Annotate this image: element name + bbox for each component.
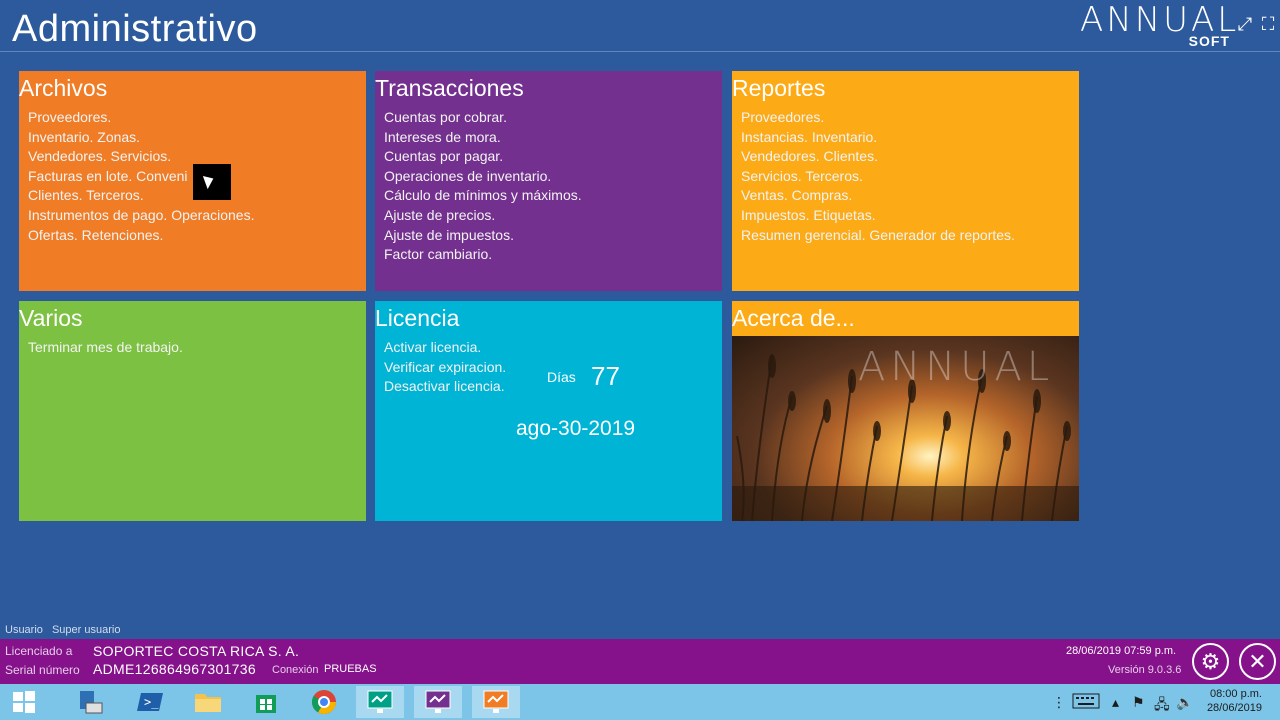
reportes-menu: Proveedores. Instancias. Inventario. Ven… (741, 108, 1015, 245)
menu-item-rep-proveedores[interactable]: Proveedores. (741, 108, 1015, 128)
tile-title-varios: Varios (19, 305, 83, 331)
mouse-cursor-icon (193, 164, 231, 200)
dias-remaining-value: 77 (591, 361, 620, 391)
system-clock[interactable]: 08:00 p.m. 28/06/2019 (1207, 687, 1262, 715)
menu-item-operaciones-inventario[interactable]: Operaciones de inventario. (384, 167, 582, 187)
tile-acerca[interactable]: Acerca de... ANNUAL (732, 301, 1079, 521)
about-photo: ANNUAL (732, 336, 1079, 521)
user-info: Usuario Super usuario (5, 624, 120, 636)
title-divider (0, 51, 1280, 52)
menu-item-intereses-mora[interactable]: Intereses de mora. (384, 128, 582, 148)
connection-label: Conexión (272, 664, 319, 676)
close-button[interactable]: ✕ (1239, 643, 1276, 680)
windows-taskbar: >_ ⋮ ▴ ⚑ 🖧 🔈 08:00 p.m. 28/06/2019 (0, 684, 1280, 720)
annual-app-teal-icon[interactable] (356, 686, 404, 718)
varios-menu: Terminar mes de trabajo. (28, 338, 183, 358)
photo-watermark: ANNUAL (858, 344, 1055, 390)
menu-item-instrumentos-pago[interactable]: Instrumentos de pago. Operaciones. (28, 206, 254, 226)
svg-text:>_: >_ (144, 695, 159, 709)
version-text: Versión 9.0.3.6 (1108, 664, 1182, 676)
expiration-date: ago-30-2019 (516, 417, 636, 440)
status-datetime: 28/06/2019 07:59 p.m. (1066, 645, 1177, 657)
menu-item-rep-resumen[interactable]: Resumen gerencial. Generador de reportes… (741, 226, 1015, 246)
tile-varios[interactable]: Varios Terminar mes de trabajo. (19, 301, 366, 521)
settings-button[interactable]: ⚙ (1192, 643, 1229, 680)
licensed-label: Licenciado a (5, 644, 73, 658)
file-explorer-server-icon[interactable] (66, 686, 114, 718)
user-label: Usuario (5, 624, 43, 636)
menu-item-rep-vendedores[interactable]: Vendedores. Clientes. (741, 147, 1015, 167)
menu-item-factor-cambiario[interactable]: Factor cambiario. (384, 245, 582, 265)
menu-item-activar-licencia[interactable]: Activar licencia. (384, 338, 506, 358)
clock-date: 28/06/2019 (1206, 702, 1262, 714)
licensed-value: SOPORTEC COSTA RICA S. A. (93, 643, 300, 659)
tile-title-archivos: Archivos (19, 75, 108, 101)
expand-icon[interactable]: ⤢ (1235, 14, 1255, 34)
flag-icon[interactable]: ⚑ (1132, 694, 1145, 711)
menu-item-cuentas-pagar[interactable]: Cuentas por pagar. (384, 147, 582, 167)
annual-app-orange-icon[interactable] (472, 686, 520, 718)
connection-value: PRUEBAS (324, 663, 377, 675)
tile-title-transacciones: Transacciones (375, 75, 524, 101)
transacciones-menu: Cuentas por cobrar. Intereses de mora. C… (384, 108, 582, 265)
chevron-up-icon[interactable]: ▴ (1112, 694, 1119, 711)
annual-soft-logo: ANNUAL SOFT (1080, 2, 1236, 50)
annual-app-purple-icon[interactable] (414, 686, 462, 718)
menu-item-desactivar-licencia[interactable]: Desactivar licencia. (384, 377, 506, 397)
menu-item-terminar-mes[interactable]: Terminar mes de trabajo. (28, 338, 183, 358)
menu-item-verificar-expiracion[interactable]: Verificar expiracion. (384, 358, 506, 378)
tile-title-acerca: Acerca de... (732, 305, 855, 331)
keyboard-icon[interactable] (1072, 692, 1100, 713)
fullscreen-icon[interactable]: ⛶ (1258, 14, 1278, 34)
menu-item-cuentas-cobrar[interactable]: Cuentas por cobrar. (384, 108, 582, 128)
close-icon: ✕ (1248, 648, 1267, 674)
logo-sub-text: SOFT (1188, 33, 1230, 49)
volume-icon[interactable]: 🔈 (1176, 694, 1193, 711)
menu-item-rep-instancias[interactable]: Instancias. Inventario. (741, 128, 1015, 148)
tile-title-reportes: Reportes (732, 75, 826, 101)
page-title: Administrativo (12, 8, 258, 50)
menu-item-calculo-minimos[interactable]: Cálculo de mínimos y máximos. (384, 186, 582, 206)
tile-reportes[interactable]: Reportes Proveedores. Instancias. Invent… (732, 71, 1079, 291)
menu-item-rep-impuestos[interactable]: Impuestos. Etiquetas. (741, 206, 1015, 226)
menu-item-proveedores[interactable]: Proveedores. (28, 108, 254, 128)
licencia-menu: Activar licencia. Verificar expiracion. … (384, 338, 506, 397)
menu-item-ajuste-precios[interactable]: Ajuste de precios. (384, 206, 582, 226)
tile-transacciones[interactable]: Transacciones Cuentas por cobrar. Intere… (375, 71, 722, 291)
menu-item-rep-ventas[interactable]: Ventas. Compras. (741, 186, 1015, 206)
folder-icon[interactable] (184, 686, 232, 718)
serial-label: Serial número (5, 663, 80, 677)
windows-start-icon[interactable] (0, 686, 48, 718)
chrome-icon[interactable] (300, 686, 348, 718)
touch-keyboard-grip-icon[interactable]: ⋮ (1052, 694, 1066, 711)
menu-item-rep-servicios[interactable]: Servicios. Terceros. (741, 167, 1015, 187)
user-value: Super usuario (51, 624, 121, 636)
tile-title-licencia: Licencia (375, 305, 460, 331)
serial-value: ADME126864967301736 (93, 661, 256, 677)
store-icon[interactable] (242, 686, 290, 718)
network-icon[interactable]: 🖧 (1154, 694, 1170, 718)
tile-licencia[interactable]: Licencia Activar licencia. Verificar exp… (375, 301, 722, 521)
menu-item-ofertas-retenciones[interactable]: Ofertas. Retenciones. (28, 226, 254, 246)
status-bar: Licenciado a SOPORTEC COSTA RICA S. A. S… (0, 639, 1280, 684)
dias-label: Días (547, 369, 576, 385)
menu-item-ajuste-impuestos[interactable]: Ajuste de impuestos. (384, 226, 582, 246)
clock-time: 08:00 p.m. (1210, 688, 1262, 700)
menu-item-inventario-zonas[interactable]: Inventario. Zonas. (28, 128, 254, 148)
powershell-icon[interactable]: >_ (126, 686, 174, 718)
gear-icon: ⚙ (1200, 648, 1221, 674)
